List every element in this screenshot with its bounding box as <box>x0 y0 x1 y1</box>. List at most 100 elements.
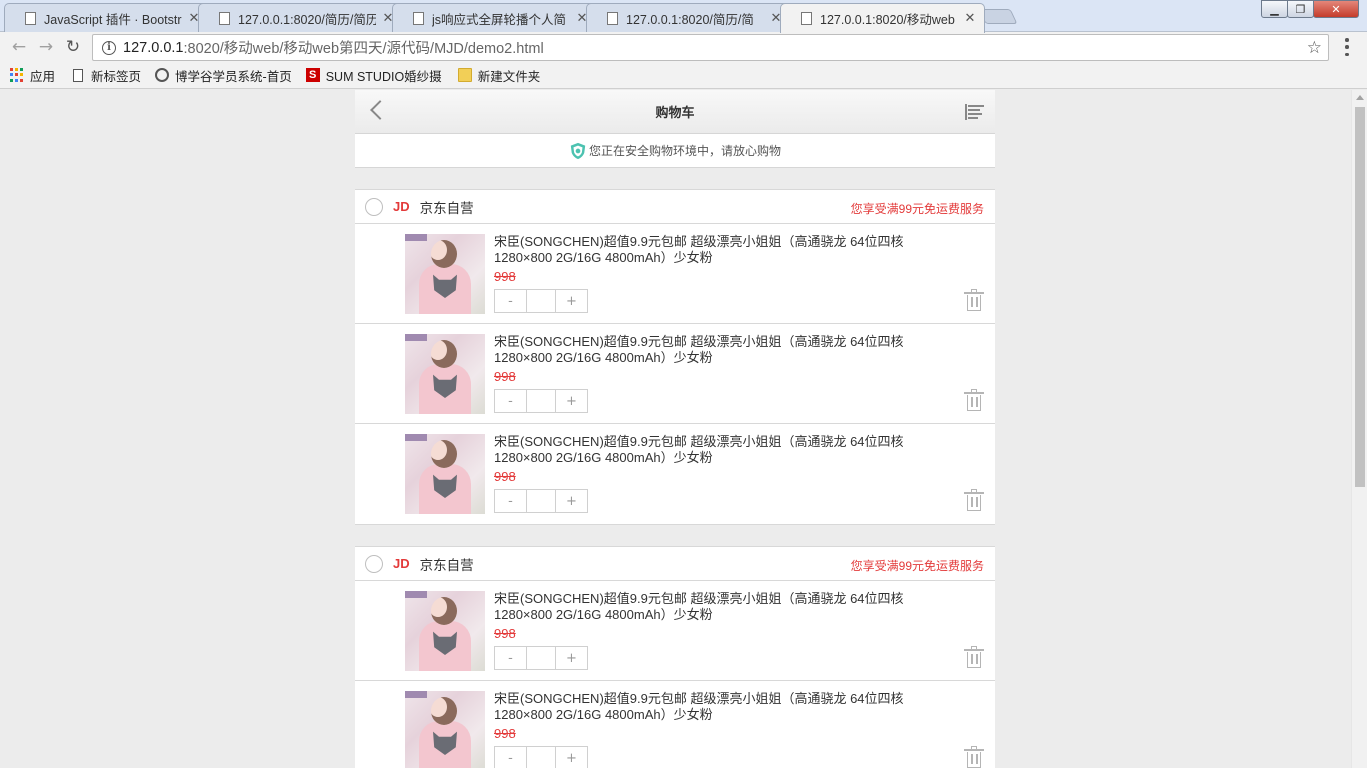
vertical-scrollbar[interactable] <box>1351 90 1367 768</box>
bookmark-new-folder[interactable]: 新建文件夹 <box>457 66 541 85</box>
quantity-input[interactable] <box>526 647 556 669</box>
bookmarks-bar: 应用 新标签页 博学谷学员系统-首页 S SUM STUDIO婚纱摄 新建文件夹 <box>0 62 1367 89</box>
product-image[interactable] <box>405 334 485 414</box>
bookmark-sum-studio[interactable]: S SUM STUDIO婚纱摄 <box>305 66 442 85</box>
bookmark-label: 应用 <box>30 69 56 84</box>
quantity-input[interactable] <box>526 290 556 312</box>
bookmark-apps[interactable]: 应用 <box>10 66 55 85</box>
info-icon[interactable]: i <box>102 40 116 55</box>
back-icon[interactable] <box>370 100 390 120</box>
apps-icon <box>10 68 24 82</box>
quantity-input[interactable] <box>526 390 556 412</box>
decrease-button[interactable]: - <box>495 290 526 312</box>
shop-select-radio[interactable] <box>365 197 383 216</box>
window-controls: ▁ ❐ ✕ <box>1261 0 1359 18</box>
page-icon <box>607 11 618 25</box>
cart-item: 宋臣(SONGCHEN)超值9.9元包邮 超级漂亮小姐姐（高通骁龙 64位四核 … <box>355 581 995 681</box>
browser-tab-active[interactable]: 127.0.0.1:8020/移动web ✕ <box>780 3 985 33</box>
decrease-button[interactable]: - <box>495 390 526 412</box>
jd-logo: JD <box>393 199 410 214</box>
decrease-button[interactable]: - <box>495 490 526 512</box>
increase-button[interactable]: + <box>556 647 587 669</box>
list-menu-icon[interactable] <box>965 104 984 120</box>
product-title[interactable]: 宋臣(SONGCHEN)超值9.9元包邮 超级漂亮小姐姐（高通骁龙 64位四核 … <box>494 434 964 466</box>
product-title[interactable]: 宋臣(SONGCHEN)超值9.9元包邮 超级漂亮小姐姐（高通骁龙 64位四核 … <box>494 234 964 266</box>
page-icon <box>219 11 230 25</box>
url-path: :8020/移动web/移动web第四天/源代码/MJD/demo2.html <box>183 41 544 57</box>
quantity-input[interactable] <box>526 490 556 512</box>
page-icon <box>801 12 812 25</box>
shop-name[interactable]: 京东自营 <box>420 554 474 574</box>
shop-select-radio[interactable] <box>365 554 383 573</box>
quantity-input[interactable] <box>526 747 556 768</box>
shop-header: JD 京东自营 您享受满99元免运费服务 <box>355 190 995 224</box>
scroll-up-arrow-icon[interactable] <box>1356 95 1364 100</box>
quantity-stepper: - + <box>494 389 588 413</box>
shield-icon <box>570 142 586 159</box>
scrollbar-thumb[interactable] <box>1355 107 1365 487</box>
tab-title: JavaScript 插件 · Bootstrap <box>44 12 182 27</box>
cart-item: 宋臣(SONGCHEN)超值9.9元包邮 超级漂亮小姐姐（高通骁龙 64位四核 … <box>355 324 995 424</box>
tab-strip: JavaScript 插件 · Bootstrap ✕ 127.0.0.1:80… <box>0 0 1367 33</box>
cart-item: 宋臣(SONGCHEN)超值9.9元包邮 超级漂亮小姐姐（高通骁龙 64位四核 … <box>355 424 995 524</box>
increase-button[interactable]: + <box>556 490 587 512</box>
quantity-stepper: - + <box>494 489 588 513</box>
shop-header: JD 京东自营 您享受满99元免运费服务 <box>355 547 995 581</box>
page-icon <box>73 68 84 82</box>
trash-icon[interactable] <box>964 646 984 668</box>
product-price: 998 <box>494 369 516 384</box>
shop-group: JD 京东自营 您享受满99元免运费服务 宋臣(SONGCHEN)超值9.9元包… <box>355 189 995 525</box>
decrease-button[interactable]: - <box>495 647 526 669</box>
security-notice: 您正在安全购物环境中，请放心购物 <box>355 134 995 168</box>
close-icon[interactable]: ✕ <box>964 11 976 26</box>
trash-icon[interactable] <box>964 389 984 411</box>
product-price: 998 <box>494 726 516 741</box>
browser-tab[interactable]: JavaScript 插件 · Bootstrap ✕ <box>4 3 209 32</box>
decrease-button[interactable]: - <box>495 747 526 768</box>
product-image[interactable] <box>405 434 485 514</box>
maximize-button[interactable]: ❐ <box>1287 0 1314 18</box>
jd-logo: JD <box>393 556 410 571</box>
close-window-button[interactable]: ✕ <box>1313 0 1359 18</box>
cart-item: 宋臣(SONGCHEN)超值9.9元包邮 超级漂亮小姐姐（高通骁龙 64位四核 … <box>355 681 995 768</box>
bookmark-label: 博学谷学员系统-首页 <box>175 69 292 84</box>
url-host: 127.0.0.1 <box>123 39 184 56</box>
product-title[interactable]: 宋臣(SONGCHEN)超值9.9元包邮 超级漂亮小姐姐（高通骁龙 64位四核 … <box>494 591 964 623</box>
trash-icon[interactable] <box>964 489 984 511</box>
bookmark-label: 新标签页 <box>91 69 142 84</box>
folder-icon <box>457 68 472 82</box>
shipping-note: 您享受满99元免运费服务 <box>850 559 984 573</box>
address-bar[interactable]: i 127.0.0.1:8020/移动web/移动web第四天/源代码/MJD/… <box>92 34 1329 61</box>
trash-icon[interactable] <box>964 289 984 311</box>
product-title[interactable]: 宋臣(SONGCHEN)超值9.9元包邮 超级漂亮小姐姐（高通骁龙 64位四核 … <box>494 334 964 366</box>
page-icon <box>25 11 36 25</box>
bookmark-star-icon[interactable]: ☆ <box>1307 38 1322 58</box>
minimize-button[interactable]: ▁ <box>1261 0 1288 18</box>
page-icon <box>413 11 424 25</box>
bookmark-new-tab[interactable]: 新标签页 <box>73 66 141 85</box>
bookmark-boxuegu[interactable]: 博学谷学员系统-首页 <box>155 66 292 85</box>
browser-tab[interactable]: 127.0.0.1:8020/简历/简 ✕ <box>586 3 791 32</box>
tab-title: js响应式全屏轮播个人简 <box>432 12 567 27</box>
forward-arrow-icon[interactable]: → <box>35 36 57 58</box>
site-icon <box>155 68 170 82</box>
tab-title: 127.0.0.1:8020/简历/简 <box>626 12 754 27</box>
back-arrow-icon[interactable]: ← <box>8 36 30 58</box>
increase-button[interactable]: + <box>556 747 587 768</box>
browser-tab[interactable]: js响应式全屏轮播个人简 ✕ <box>392 3 597 32</box>
menu-icon[interactable] <box>1342 38 1352 56</box>
page-title: 购物车 <box>655 105 695 120</box>
product-image[interactable] <box>405 691 485 768</box>
product-image[interactable] <box>405 591 485 671</box>
bookmark-label: 新建文件夹 <box>477 69 541 84</box>
product-price: 998 <box>494 469 516 484</box>
increase-button[interactable]: + <box>556 290 587 312</box>
shop-name[interactable]: 京东自营 <box>420 197 474 217</box>
browser-tab[interactable]: 127.0.0.1:8020/简历/简历 ✕ <box>198 3 403 32</box>
trash-icon[interactable] <box>964 746 984 768</box>
shipping-note: 您享受满99元免运费服务 <box>850 202 984 216</box>
increase-button[interactable]: + <box>556 390 587 412</box>
reload-icon[interactable]: ↻ <box>62 36 84 58</box>
product-title[interactable]: 宋臣(SONGCHEN)超值9.9元包邮 超级漂亮小姐姐（高通骁龙 64位四核 … <box>494 691 964 723</box>
product-image[interactable] <box>405 234 485 314</box>
